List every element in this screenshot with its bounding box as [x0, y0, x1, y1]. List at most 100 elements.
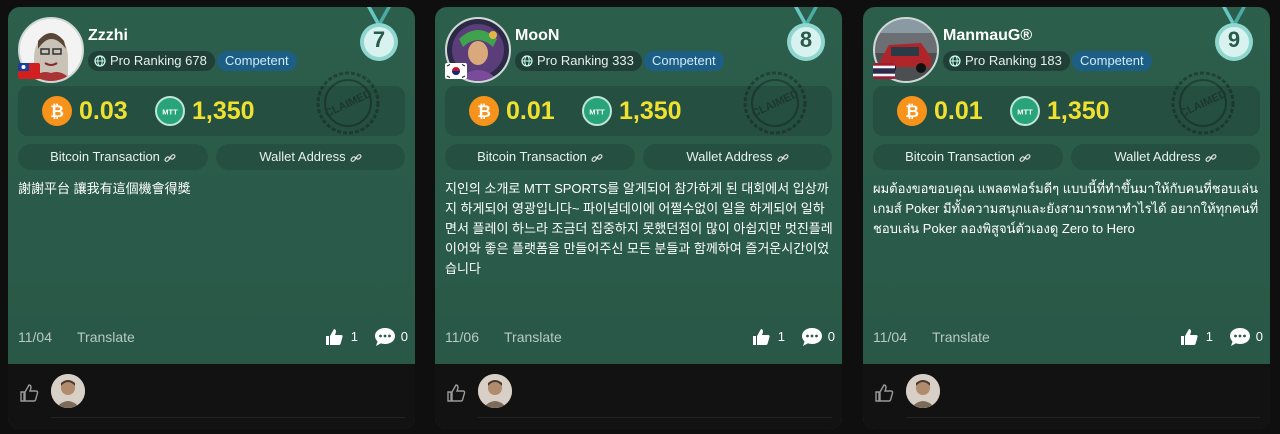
comment-count: 0 — [1255, 329, 1263, 344]
wallet-address-button[interactable]: Wallet Address — [1071, 144, 1260, 170]
like-count: 1 — [350, 329, 358, 344]
reward-panel: ₿ 0.01 MTT 1,350 CLAIMED — [873, 71, 1260, 136]
svg-text:₿: ₿ — [50, 102, 64, 121]
testimonial-card: MooN Pro Ranking 333 Competent 8 ₿ 0.01 … — [435, 7, 842, 429]
thumbs-up-icon[interactable] — [751, 327, 771, 347]
globe-icon — [521, 55, 533, 67]
translate-link[interactable]: Translate — [504, 329, 562, 345]
bitcoin-icon: ₿ — [469, 96, 499, 126]
link-icon — [1019, 153, 1031, 162]
link-icon — [350, 153, 362, 162]
medal-icon: 7 — [357, 7, 401, 67]
mtt-amount: 1,350 — [192, 97, 255, 125]
post-date: 11/04 — [873, 329, 907, 345]
testimonial-card: ManmauG® Pro Ranking 183 Competent 9 ₿ 0… — [863, 7, 1270, 429]
svg-text:MTT: MTT — [1017, 108, 1033, 117]
post-date: 11/06 — [445, 329, 479, 345]
claimed-stamp-text: CLAIMED — [1178, 88, 1229, 120]
liker-avatar[interactable] — [51, 374, 85, 408]
comment-count: 0 — [400, 329, 408, 344]
reward-panel: ₿ 0.03 MTT 1,350 CLAIMED — [18, 71, 405, 136]
testimonial-text: 지인의 소개로 MTT SPORTS를 알게되어 참가하게 된 대회에서 입상까… — [445, 181, 833, 276]
svg-text:MTT: MTT — [589, 108, 605, 117]
bitcoin-icon: ₿ — [42, 96, 72, 126]
pro-ranking-badge[interactable]: Pro Ranking 183 — [943, 51, 1070, 71]
card-footer — [8, 364, 415, 429]
medal-number: 9 — [1227, 27, 1241, 52]
divider — [51, 417, 405, 418]
username[interactable]: MooN — [515, 27, 559, 45]
thumbs-up-outline-icon[interactable] — [874, 383, 894, 403]
bitcoin-transaction-button[interactable]: Bitcoin Transaction — [445, 144, 635, 170]
translate-link[interactable]: Translate — [77, 329, 135, 345]
link-icon — [591, 153, 603, 162]
testimonial-card: Zzzhi Pro Ranking 678 Competent 7 ₿ 0.03… — [8, 7, 415, 429]
pro-ranking-badge[interactable]: Pro Ranking 678 — [88, 51, 215, 71]
divider — [478, 417, 832, 418]
comment-count: 0 — [827, 329, 835, 344]
wallet-address-label: Wallet Address — [686, 149, 773, 164]
svg-text:₿: ₿ — [477, 102, 491, 121]
testimonial-text: 謝謝平台 讓我有這個機會得獎 — [18, 181, 191, 196]
medal-number: 7 — [372, 27, 386, 52]
level-badge: Competent — [1072, 51, 1152, 71]
thailand-flag-icon — [873, 63, 895, 79]
wallet-address-label: Wallet Address — [259, 149, 346, 164]
username[interactable]: Zzzhi — [88, 27, 128, 45]
thumbs-up-icon[interactable] — [324, 327, 344, 347]
comment-icon[interactable] — [374, 327, 396, 347]
thumbs-up-outline-icon[interactable] — [446, 383, 466, 403]
bitcoin-transaction-label: Bitcoin Transaction — [50, 149, 160, 164]
wallet-address-button[interactable]: Wallet Address — [216, 144, 405, 170]
card-footer — [435, 364, 842, 429]
translate-link[interactable]: Translate — [932, 329, 990, 345]
btc-amount: 0.01 — [506, 97, 555, 125]
svg-text:MTT: MTT — [162, 108, 178, 117]
bitcoin-transaction-label: Bitcoin Transaction — [905, 149, 1015, 164]
wallet-address-button[interactable]: Wallet Address — [643, 144, 832, 170]
comment-icon[interactable] — [801, 327, 823, 347]
globe-icon — [949, 55, 961, 67]
medal-icon: 8 — [784, 7, 828, 67]
mtt-token-icon: MTT — [582, 96, 612, 126]
link-icon — [777, 153, 789, 162]
claimed-stamp-icon: CLAIMED — [316, 71, 380, 135]
card-meta: 11/04 Translate 1 0 — [18, 327, 408, 349]
level-badge: Competent — [644, 51, 724, 71]
mtt-amount: 1,350 — [1047, 97, 1110, 125]
btc-amount: 0.01 — [934, 97, 983, 125]
pro-ranking-label: Pro Ranking 183 — [965, 53, 1062, 68]
divider — [906, 417, 1260, 418]
liker-avatar[interactable] — [478, 374, 512, 408]
username[interactable]: ManmauG® — [943, 27, 1032, 45]
thumbs-up-outline-icon[interactable] — [19, 383, 39, 403]
korea-flag-icon — [445, 63, 467, 79]
liker-avatar[interactable] — [906, 374, 940, 408]
bitcoin-icon: ₿ — [897, 96, 927, 126]
bitcoin-transaction-button[interactable]: Bitcoin Transaction — [18, 144, 208, 170]
card-footer — [863, 364, 1270, 429]
link-icon — [1205, 153, 1217, 162]
pro-ranking-badge[interactable]: Pro Ranking 333 — [515, 51, 642, 71]
bitcoin-transaction-label: Bitcoin Transaction — [477, 149, 587, 164]
mtt-token-icon: MTT — [155, 96, 185, 126]
pro-ranking-label: Pro Ranking 678 — [110, 53, 207, 68]
thumbs-up-icon[interactable] — [1179, 327, 1199, 347]
reward-panel: ₿ 0.01 MTT 1,350 CLAIMED — [445, 71, 832, 136]
mtt-token-icon: MTT — [1010, 96, 1040, 126]
card-meta: 11/06 Translate 1 0 — [445, 327, 835, 349]
btc-amount: 0.03 — [79, 97, 128, 125]
claimed-stamp-text: CLAIMED — [323, 88, 374, 120]
like-count: 1 — [1205, 329, 1213, 344]
level-badge: Competent — [217, 51, 297, 71]
link-icon — [164, 153, 176, 162]
testimonial-text: ผมต้องขอขอบคุณ แพลตฟอร์มดีๆ แบบนี้ที่ทำข… — [873, 181, 1259, 236]
pro-ranking-label: Pro Ranking 333 — [537, 53, 634, 68]
bitcoin-transaction-button[interactable]: Bitcoin Transaction — [873, 144, 1063, 170]
svg-text:₿: ₿ — [905, 102, 919, 121]
taiwan-flag-icon — [18, 63, 40, 79]
claimed-stamp-icon: CLAIMED — [1171, 71, 1235, 135]
comment-icon[interactable] — [1229, 327, 1251, 347]
medal-icon: 9 — [1212, 7, 1256, 67]
like-count: 1 — [777, 329, 785, 344]
